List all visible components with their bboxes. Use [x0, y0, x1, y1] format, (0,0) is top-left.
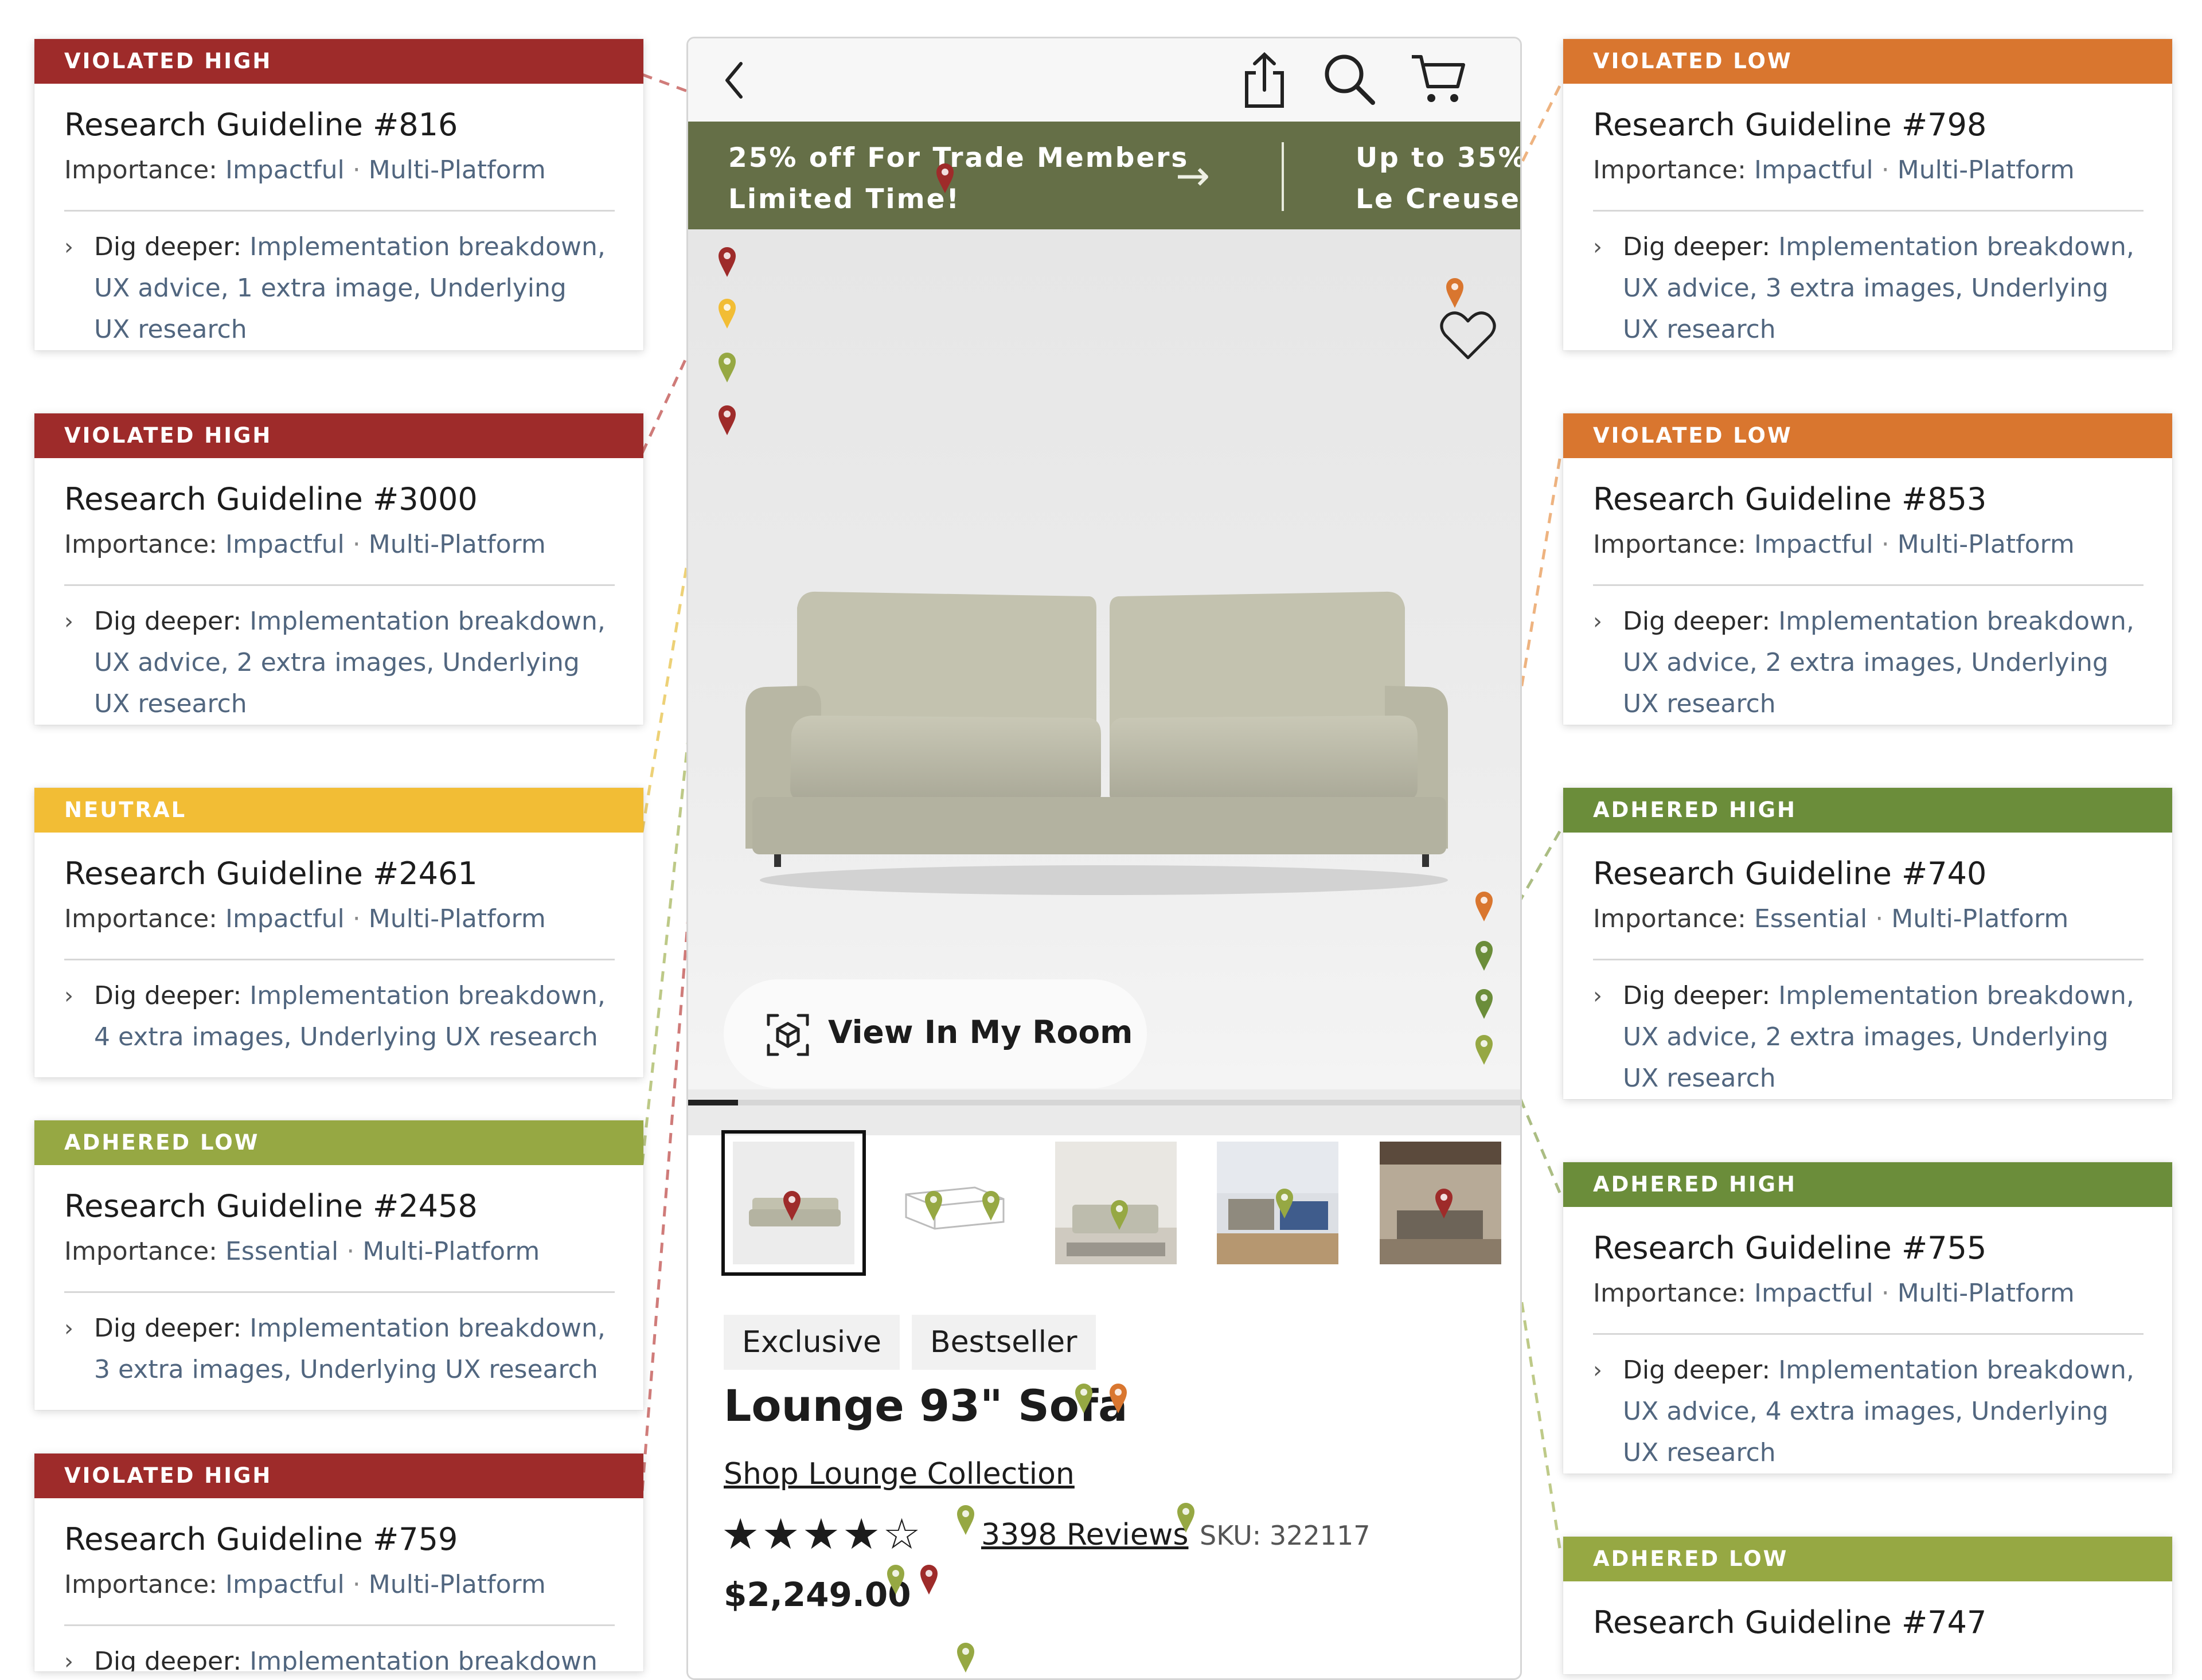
map-pin-icon: [1075, 1384, 1092, 1413]
map-pin-icon: [719, 299, 736, 329]
map-pin-icon: [957, 1505, 974, 1535]
map-pin-icon: [957, 1643, 974, 1673]
map-pin-icon: [1110, 1384, 1127, 1413]
map-pin-icon: [1475, 892, 1493, 921]
map-pin-icon: [982, 1191, 1000, 1221]
map-pin-icon: [925, 1191, 942, 1221]
map-pin-icon: [887, 1565, 904, 1595]
map-pin-icon: [936, 163, 954, 193]
map-pin-icon: [719, 353, 736, 382]
map-pin-icon: [1435, 1189, 1453, 1218]
map-pin-icon: [1475, 989, 1493, 1019]
annotation-pins: [0, 0, 2202, 1673]
map-pin-icon: [1446, 278, 1463, 308]
map-pin-icon: [719, 405, 736, 435]
map-pin-icon: [1475, 941, 1493, 971]
map-pin-icon: [1111, 1200, 1128, 1230]
map-pin-icon: [1475, 1035, 1493, 1065]
map-pin-icon: [1177, 1503, 1194, 1533]
map-pin-icon: [719, 247, 736, 277]
map-pin-icon: [783, 1191, 801, 1221]
map-pin-icon: [1276, 1189, 1293, 1218]
map-pin-icon: [920, 1565, 938, 1595]
